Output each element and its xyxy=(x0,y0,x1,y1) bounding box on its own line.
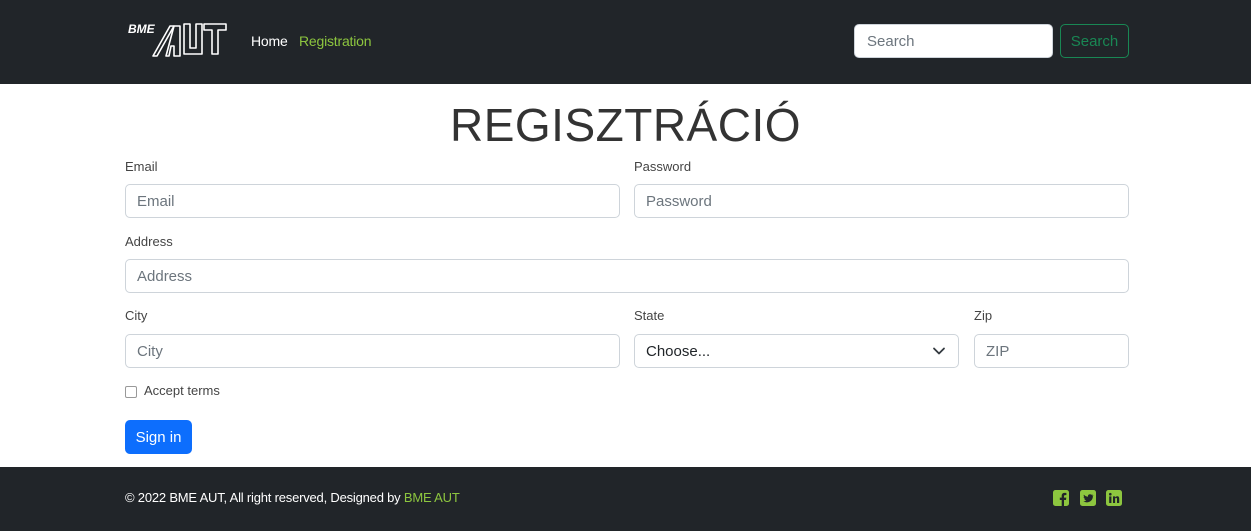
chevron-down-icon xyxy=(933,347,945,355)
email-field[interactable] xyxy=(125,184,620,218)
footer-copyright: © 2022 BME AUT, All right reserved, Desi… xyxy=(125,490,460,505)
password-field[interactable] xyxy=(634,184,1129,218)
zip-label: Zip xyxy=(974,308,993,323)
accept-terms-label[interactable]: Accept terms xyxy=(144,383,220,398)
email-label: Email xyxy=(125,159,158,174)
footer-copyright-text: © 2022 BME AUT, All right reserved, Desi… xyxy=(125,490,404,505)
city-label: City xyxy=(125,308,148,323)
state-label: State xyxy=(634,308,665,323)
address-label: Address xyxy=(125,234,173,249)
footer: © 2022 BME AUT, All right reserved, Desi… xyxy=(0,467,1251,531)
address-field[interactable] xyxy=(125,259,1129,293)
linkedin-icon[interactable] xyxy=(1106,490,1122,506)
twitter-icon[interactable] xyxy=(1080,490,1096,506)
search-button[interactable]: Search xyxy=(1060,24,1129,58)
svg-text:BME: BME xyxy=(128,22,156,36)
state-select-value: Choose... xyxy=(646,343,711,360)
state-select[interactable]: Choose... xyxy=(634,334,959,368)
nav-home-link[interactable]: Home xyxy=(251,33,288,49)
accept-terms-checkbox[interactable] xyxy=(125,386,137,398)
navbar: BME Home Registration Search xyxy=(0,0,1251,84)
sign-in-button[interactable]: Sign in xyxy=(125,420,192,454)
city-field[interactable] xyxy=(125,334,620,368)
facebook-icon[interactable] xyxy=(1053,490,1069,506)
footer-bme-aut-link[interactable]: BME AUT xyxy=(404,490,460,505)
zip-field[interactable] xyxy=(974,334,1129,368)
page-title: REGISZTRÁCIÓ xyxy=(449,99,802,151)
search-input[interactable] xyxy=(854,24,1053,58)
password-label: Password xyxy=(634,159,692,174)
bme-aut-logo[interactable]: BME xyxy=(126,20,228,58)
nav-registration-link[interactable]: Registration xyxy=(299,33,372,49)
